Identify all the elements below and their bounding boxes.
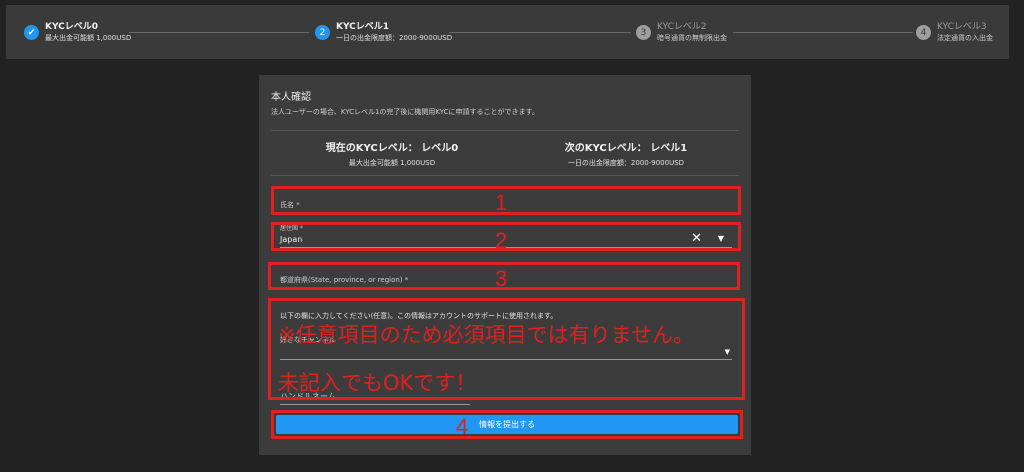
current-level-title: 現在のKYCレベル： レベル0 [325,143,459,154]
step-title: KYCレベル1 [336,22,390,32]
step-title: KYCレベル0 [45,22,99,32]
card-description: 法人ユーザーの場合、KYCレベル1の完了後に機関用KYCに申請することができます… [271,108,539,116]
annotation-box-4 [271,410,743,439]
next-level-block: 次のKYCレベル： レベル1 一日の出金限度額：2000-9000USD [526,139,726,168]
annotation-number-1: 1 [495,190,508,215]
step-connector [733,32,913,33]
annotation-number-3: 3 [495,266,508,291]
divider [271,175,739,176]
check-icon: ✔ [24,25,39,40]
card-title: 本人確認 [271,92,311,103]
next-level-limit: 一日の出金限度額：2000-9000USD [567,159,685,167]
kyc-stepper: ✔ KYCレベル0 最大出金可能額 1,000USD 2 KYCレベル1 一日の… [6,5,1009,59]
step-subtitle: 一日の出金限度額：2000-9000USD [336,34,453,42]
step-number-icon: 2 [315,25,330,40]
current-level-limit: 最大出金可能額 1,000USD [348,159,436,167]
step-kyc-level-3[interactable]: 4 KYCレベル3 法定通貨の入出金 [916,22,993,43]
step-number-icon: 4 [916,25,931,40]
annotation-note-line1: ※任意項目のため必須項目では有りません。 [278,323,694,347]
step-title: KYCレベル2 [657,22,707,32]
step-connector [129,32,309,33]
next-level-title: 次のKYCレベル： レベル1 [564,143,688,154]
step-subtitle: 暗号通貨の無制限出金 [657,34,727,42]
field-underline [280,404,470,405]
current-level-block: 現在のKYCレベル： レベル0 最大出金可能額 1,000USD [292,139,492,168]
annotation-number-2: 2 [495,228,508,253]
step-kyc-level-1[interactable]: 2 KYCレベル1 一日の出金限度額：2000-9000USD [315,22,452,43]
step-number-icon: 3 [636,25,651,40]
divider [271,130,739,131]
annotation-note-line2: 未記入でもOKです！ [278,371,477,395]
step-connector [449,32,631,33]
annotation-number-4: 4 [456,414,469,439]
step-subtitle: 法定通貨の入出金 [937,34,993,42]
step-subtitle: 最大出金可能額 1,000USD [45,34,132,42]
step-kyc-level-2[interactable]: 3 KYCレベル2 暗号通貨の無制限出金 [636,22,727,43]
step-kyc-level-0[interactable]: ✔ KYCレベル0 最大出金可能額 1,000USD [24,22,131,43]
step-title: KYCレベル3 [937,22,987,32]
